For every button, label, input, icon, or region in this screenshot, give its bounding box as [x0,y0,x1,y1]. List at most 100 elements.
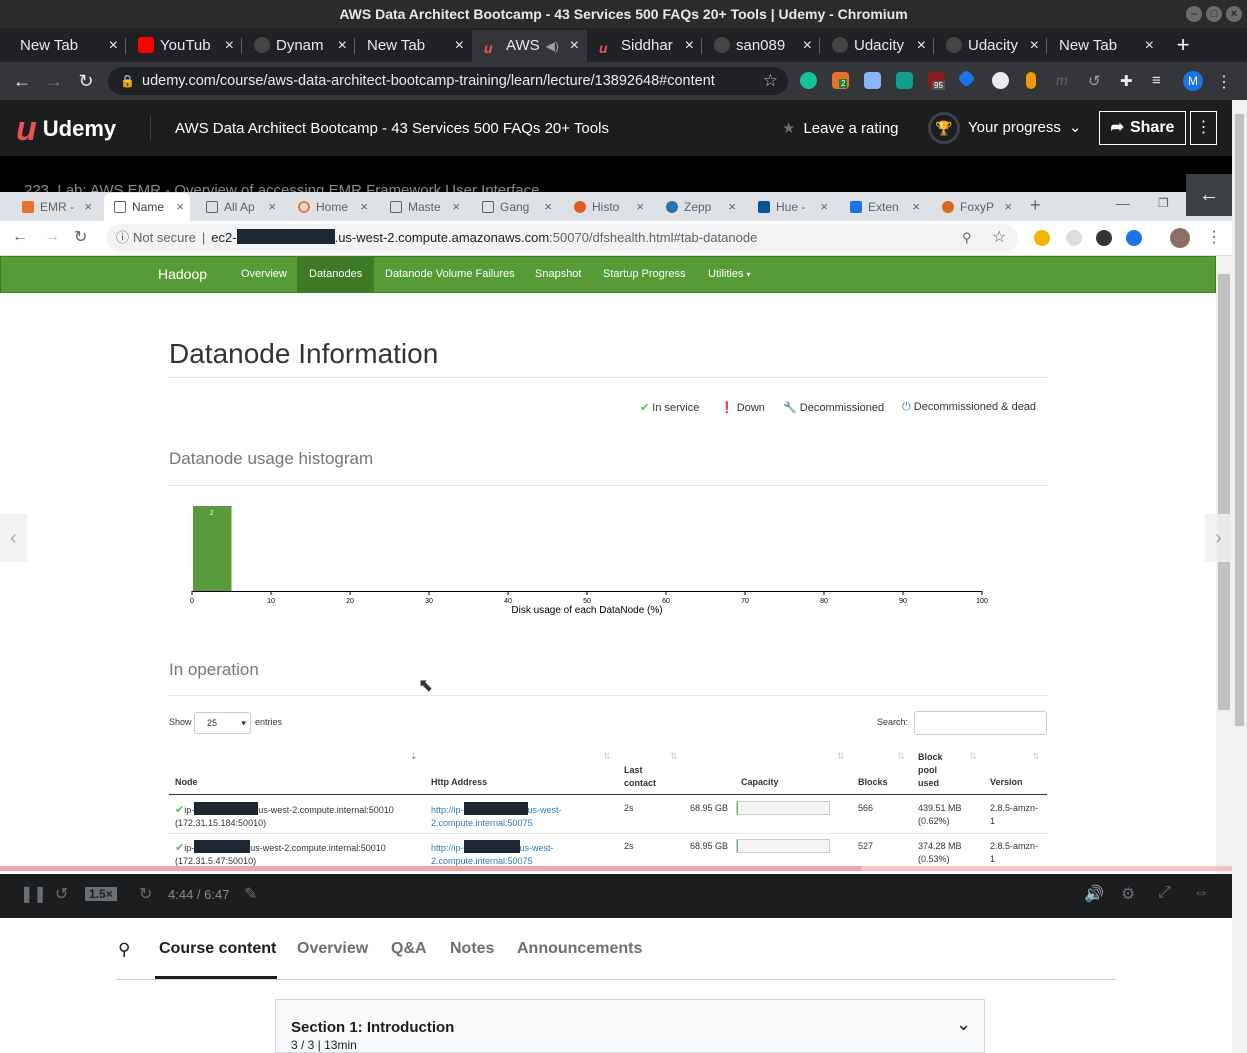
inner-toolbar: ← → ↻ ⓘ Not secure | ec2- .us-west-2.compute… [0,221,1232,256]
close-tab-icon[interactable]: × [803,30,812,62]
browser-tab[interactable]: New Tab × [8,30,126,62]
close-tab-icon[interactable]: × [225,30,234,62]
close-tab-icon[interactable]: × [570,30,579,62]
extension-icon[interactable]: m [1056,72,1073,89]
extension-badge-icon[interactable]: 2 [832,72,849,89]
grammarly-icon[interactable] [800,72,817,89]
docs-extension-icon[interactable] [864,72,881,89]
power-icon: ⏻ [902,401,911,413]
section-title: Section 1: Introduction [291,1019,455,1036]
forward-arrow-icon: → [44,228,60,245]
forward-icon[interactable]: ↻ [139,884,152,904]
your-progress-button[interactable]: 🏆 Your progress ⌄ [928,112,1081,145]
extension-icon[interactable] [1026,72,1036,89]
close-tab-icon[interactable]: × [338,30,347,62]
entries-select: 25 ▾ [194,712,251,734]
maximize-button[interactable]: □ [1206,6,1222,22]
bookmark-star-icon[interactable]: ☆ [763,67,778,95]
extension-badge-count: 95 [932,81,945,90]
udemy-header: u Udemy AWS Data Architect Bootcamp - 43 … [0,100,1232,156]
browser-tab[interactable]: Dynam × [242,30,355,62]
new-tab-icon[interactable]: + [1172,30,1194,60]
col-node: Node [175,777,198,787]
browser-tab[interactable]: YouTub × [126,30,242,62]
legend-decommissioned: 🔧 Decommissioned [783,401,884,414]
search-icon[interactable]: ⚲ [118,940,130,960]
profile-avatar[interactable]: M [1183,71,1203,91]
more-options-button[interactable]: ⋮ [1190,111,1217,145]
extension-icon[interactable] [957,69,976,88]
inner-tab: Zepp × [656,193,742,221]
x-tick-label: 90 [899,598,907,605]
close-tab-icon[interactable]: × [685,30,694,62]
extension-icon [1034,230,1050,246]
media-queue-icon[interactable]: ≡ [1152,72,1169,89]
browser-tab[interactable]: u Siddhar × [587,30,702,62]
browser-tab[interactable]: Udacity × [820,30,934,62]
section-accordion[interactable]: Section 1: Introduction 3 / 3 | 13min ⌄ [275,999,985,1053]
entries-label: entries [255,717,283,727]
close-tab-icon[interactable]: × [917,30,926,62]
rewind-icon[interactable]: ↺ [55,884,68,904]
next-lecture-button[interactable]: › [1205,514,1232,562]
sort-icon: ⇅ [603,751,611,761]
previous-lecture-button[interactable]: ‹ [0,514,27,562]
minimize-button[interactable]: – [1186,6,1202,22]
legend-label: Down [736,402,765,414]
expand-icon[interactable]: ⇔ [1193,884,1209,902]
browser-menu-icon[interactable]: ⋮ [1216,72,1232,91]
share-button[interactable]: ➦ Share [1099,111,1186,145]
forward-arrow-icon[interactable]: → [43,70,65,92]
nav-overview: Overview [241,268,287,280]
caret-down-icon: ▾ [746,270,751,279]
history-extension-icon[interactable]: ↺ [1088,72,1105,90]
video-progress-bar[interactable] [0,866,1232,871]
extension-icon [1126,230,1142,246]
page-scrollbar[interactable] [1232,100,1247,1053]
volume-icon[interactable]: 🔊 [1084,884,1104,904]
browser-tab[interactable]: san089 × [702,30,820,62]
playback-speed-button[interactable]: 1.5× [85,887,117,901]
close-tab-icon[interactable]: × [1145,30,1154,62]
exit-fullscreen-arrow-icon[interactable]: ← [1186,174,1232,216]
fullscreen-icon[interactable]: ⤢ [1158,884,1171,902]
nav-utilities: Utilities ▾ [696,257,762,292]
browser-tab-active[interactable]: u AWS ◀) × [472,30,587,62]
leave-rating-button[interactable]: ★ Leave a rating [782,119,899,137]
tab-course-content[interactable]: Course content [159,940,276,958]
chevron-down-icon[interactable]: ⌄ [956,1014,971,1035]
extension-badge-icon[interactable]: 95 [928,72,945,90]
browser-tab[interactable]: Udacity × [934,30,1047,62]
browser-tab[interactable]: New Tab × [355,30,472,62]
block-pool-used-cell: 439.51 MB (0.62%) [918,802,962,827]
check-icon: ✔ [175,804,185,816]
course-title[interactable]: AWS Data Architect Bootcamp - 43 Service… [175,120,609,137]
extension-icon[interactable] [896,72,913,89]
close-tab-icon[interactable]: × [455,30,464,62]
address-bar[interactable]: 🔒 udemy.com/course/aws-data-architect-bo… [108,67,788,95]
puzzle-extensions-icon[interactable]: ✚ [1120,72,1137,90]
inner-tab-label: FoxyP [960,200,995,214]
close-window-button[interactable]: × [1226,6,1242,22]
tab-qa[interactable]: Q&A [391,940,427,958]
inner-tab: FoxyP × [932,193,1018,221]
check-icon: ✔ [640,402,650,414]
close-tab-icon[interactable]: × [1030,30,1039,62]
tab-overview[interactable]: Overview [297,940,368,958]
back-arrow-icon[interactable]: ← [11,70,33,92]
inner-tab: Hue - × [748,193,834,221]
blocks-cell: 566 [858,803,874,813]
cloud-extension-icon[interactable] [992,72,1009,89]
version-text-line2: 1 [990,815,996,826]
close-tab-icon[interactable]: × [109,30,118,62]
settings-gear-icon[interactable]: ⚙ [1121,884,1135,904]
tab-announcements[interactable]: Announcements [517,940,642,958]
udemy-logo[interactable]: u Udemy [16,110,116,149]
notes-icon[interactable]: ✎ [244,884,257,904]
video-player[interactable]: 223. Lab: AWS EMR - Overview of accessin… [0,156,1232,918]
browser-tab[interactable]: New Tab × [1047,30,1162,62]
audio-icon[interactable]: ◀) [546,39,559,53]
tab-notes[interactable]: Notes [450,940,494,958]
pause-icon[interactable]: ❚❚ [20,884,47,904]
reload-icon[interactable]: ↻ [75,70,97,92]
